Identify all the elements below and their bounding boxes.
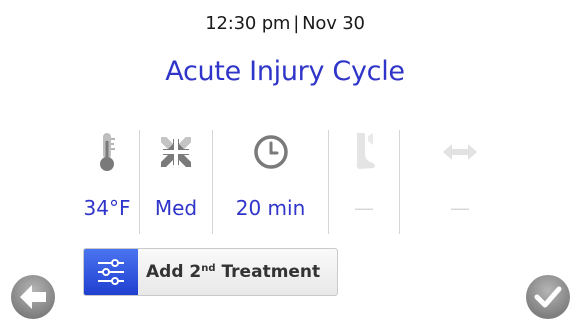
compression-value: Med (154, 196, 198, 220)
leg-icon (351, 128, 377, 176)
duration-value: 20 min (235, 196, 306, 220)
label-prefix: Add 2 (146, 262, 202, 282)
clock-icon (253, 128, 289, 176)
horizontal-arrows-icon (442, 128, 478, 176)
duration-setting[interactable]: 20 min (213, 128, 328, 232)
back-arrow-icon (20, 285, 46, 309)
label-superscript: nd (201, 263, 216, 274)
side-value: — (450, 196, 470, 220)
temperature-value: 34°F (83, 196, 131, 220)
back-button[interactable] (11, 275, 55, 319)
compression-icon (158, 128, 194, 176)
settings-row: 34°F Med 20 min — — (75, 128, 520, 234)
body-area-value: — (354, 196, 374, 220)
thermometer-icon (96, 128, 118, 176)
status-time: 12:30 pm (205, 13, 291, 34)
page-title: Acute Injury Cycle (165, 56, 405, 87)
sliders-icon (84, 249, 138, 295)
add-second-treatment-button[interactable]: Add 2nd Treatment (83, 248, 338, 296)
confirm-button[interactable] (526, 275, 570, 319)
add-treatment-label: Add 2nd Treatment (146, 262, 320, 282)
body-area-setting[interactable]: — (329, 128, 399, 232)
label-suffix: Treatment (215, 262, 321, 282)
status-bar: 12:30 pm | Nov 30 (0, 13, 570, 34)
side-setting[interactable]: — (400, 128, 520, 232)
status-separator: | (293, 13, 300, 34)
status-date: Nov 30 (302, 13, 365, 34)
compression-setting[interactable]: Med (140, 128, 212, 232)
temperature-setting[interactable]: 34°F (75, 128, 139, 232)
checkmark-icon (534, 286, 562, 308)
